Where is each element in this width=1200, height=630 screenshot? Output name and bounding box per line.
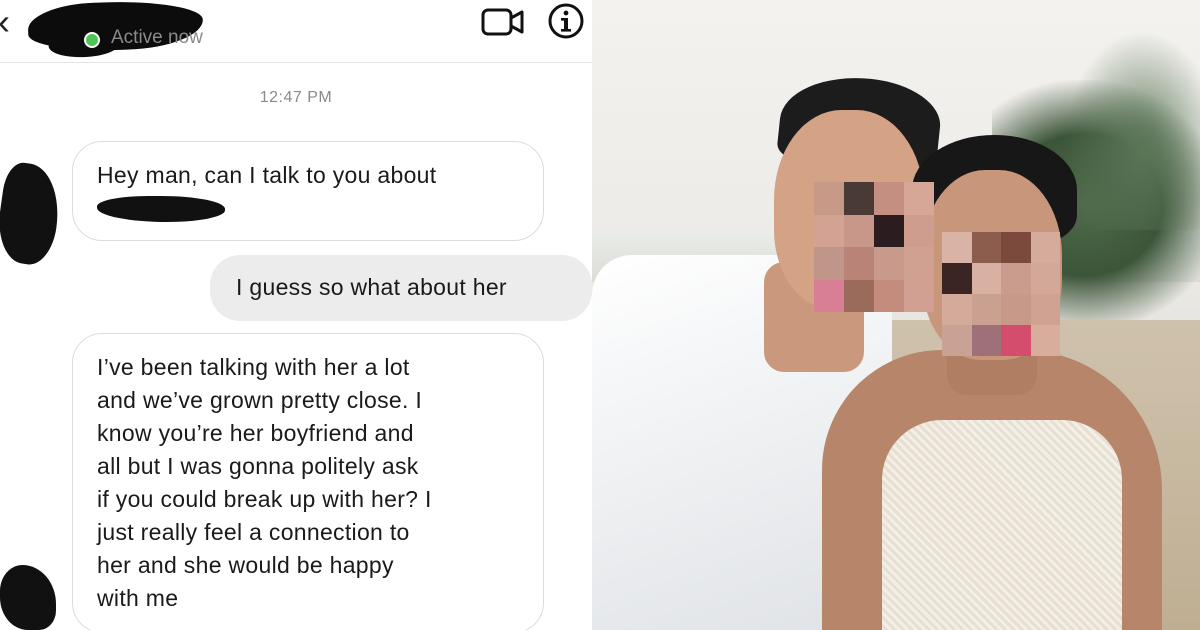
message-line: if you could break up with her? I bbox=[97, 486, 432, 512]
mosaic-tile bbox=[942, 263, 972, 294]
mosaic-tile bbox=[1001, 263, 1031, 294]
mosaic-tile bbox=[874, 279, 904, 312]
mosaic-tile bbox=[874, 214, 904, 247]
message-text: Hey man, can I talk to you about bbox=[97, 162, 437, 188]
mosaic-tile bbox=[1030, 325, 1060, 356]
mosaic-tile bbox=[904, 182, 934, 215]
chat-header: ‹ Active now bbox=[0, 0, 592, 63]
mosaic-tile bbox=[814, 182, 844, 215]
message-line: with me bbox=[97, 585, 179, 611]
mosaic-tile bbox=[1001, 294, 1031, 325]
mosaic-tile bbox=[844, 182, 874, 215]
redacted-avatar bbox=[0, 565, 56, 630]
message-text: I guess so what about her bbox=[236, 274, 507, 300]
mosaic-tile bbox=[942, 325, 972, 356]
active-status-text: Active now bbox=[111, 27, 203, 48]
active-status-dot bbox=[84, 32, 100, 48]
mosaic-tile bbox=[904, 214, 934, 247]
couple-photo bbox=[592, 0, 1200, 630]
message-line: her and she would be happy bbox=[97, 552, 394, 578]
chat-screenshot: ‹ Active now 12:47 PM Hey man, can I tal… bbox=[0, 0, 592, 630]
mosaic-tile bbox=[874, 182, 904, 215]
incoming-message-bubble[interactable]: Hey man, can I talk to you about bbox=[72, 141, 544, 241]
mosaic-tile bbox=[874, 247, 904, 280]
mosaic-tile bbox=[971, 294, 1001, 325]
mosaic-tile bbox=[1030, 294, 1060, 325]
redacted-name-text bbox=[97, 196, 225, 222]
mosaic-tile bbox=[814, 214, 844, 247]
mosaic-tile bbox=[1030, 263, 1060, 294]
woman-knit-top bbox=[882, 420, 1122, 630]
mosaic-tile bbox=[814, 247, 844, 280]
mosaic-tile bbox=[844, 247, 874, 280]
message-timestamp: 12:47 PM bbox=[259, 89, 333, 106]
mosaic-tile bbox=[942, 294, 972, 325]
trees-background bbox=[1062, 30, 1200, 230]
mosaic-tile bbox=[971, 325, 1001, 356]
pixelated-face-woman bbox=[942, 232, 1060, 356]
message-line: just really feel a connection to bbox=[97, 519, 410, 545]
mosaic-tile bbox=[1001, 325, 1031, 356]
mosaic-tile bbox=[814, 279, 844, 312]
message-line: I’ve been talking with her a lot bbox=[97, 354, 410, 380]
mosaic-tile bbox=[904, 279, 934, 312]
mosaic-tile bbox=[971, 263, 1001, 294]
mosaic-tile bbox=[844, 214, 874, 247]
message-line: all but I was gonna politely ask bbox=[97, 453, 419, 479]
message-line: and we’ve grown pretty close. I bbox=[97, 387, 423, 413]
outgoing-message-bubble[interactable]: I guess so what about her bbox=[210, 255, 592, 321]
mosaic-tile bbox=[971, 232, 1001, 263]
mosaic-tile bbox=[904, 247, 934, 280]
mosaic-tile bbox=[942, 232, 972, 263]
pixelated-face-man bbox=[814, 182, 934, 312]
message-line: know you’re her boyfriend and bbox=[97, 420, 414, 446]
chevron-left-icon[interactable]: ‹ bbox=[0, 2, 10, 42]
incoming-message-bubble[interactable]: I’ve been talking with her a lot and we’… bbox=[72, 333, 544, 630]
mosaic-tile bbox=[1001, 232, 1031, 263]
redacted-avatar bbox=[0, 160, 65, 268]
mosaic-tile bbox=[844, 279, 874, 312]
mosaic-tile bbox=[1030, 232, 1060, 263]
info-icon[interactable] bbox=[547, 2, 585, 40]
video-call-icon[interactable] bbox=[481, 6, 525, 38]
